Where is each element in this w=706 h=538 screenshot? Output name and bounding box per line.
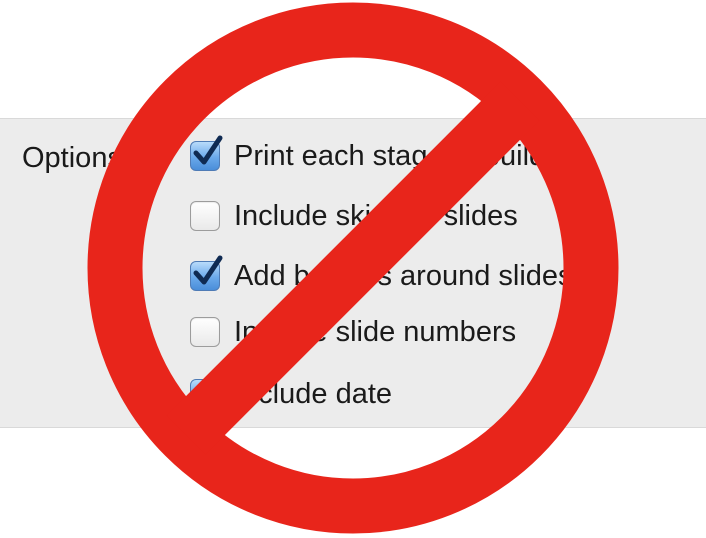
- checkbox-unchecked-icon[interactable]: [190, 317, 220, 347]
- option-label: Include skipped slides: [234, 199, 518, 232]
- checkbox-checked-icon[interactable]: [190, 135, 223, 171]
- option-label: Include slide numbers: [234, 315, 517, 348]
- option-label: Add borders around slides: [234, 259, 573, 292]
- option-print-each-stage[interactable]: Print each stage of builds: [190, 135, 560, 176]
- option-label: Print each stage of builds: [234, 139, 560, 172]
- checkbox-checked-icon[interactable]: [190, 255, 223, 291]
- option-label: Include date: [234, 377, 393, 410]
- checkbox-unchecked-icon[interactable]: [190, 201, 220, 231]
- option-add-borders[interactable]: Add borders around slides: [190, 255, 573, 296]
- options-label: Options:: [22, 142, 130, 174]
- option-include-date[interactable]: Include date: [190, 373, 393, 414]
- checkbox-checked-icon[interactable]: [190, 373, 223, 409]
- option-include-slide-numbers[interactable]: Include slide numbers: [190, 312, 516, 352]
- option-include-skipped[interactable]: Include skipped slides: [190, 196, 518, 236]
